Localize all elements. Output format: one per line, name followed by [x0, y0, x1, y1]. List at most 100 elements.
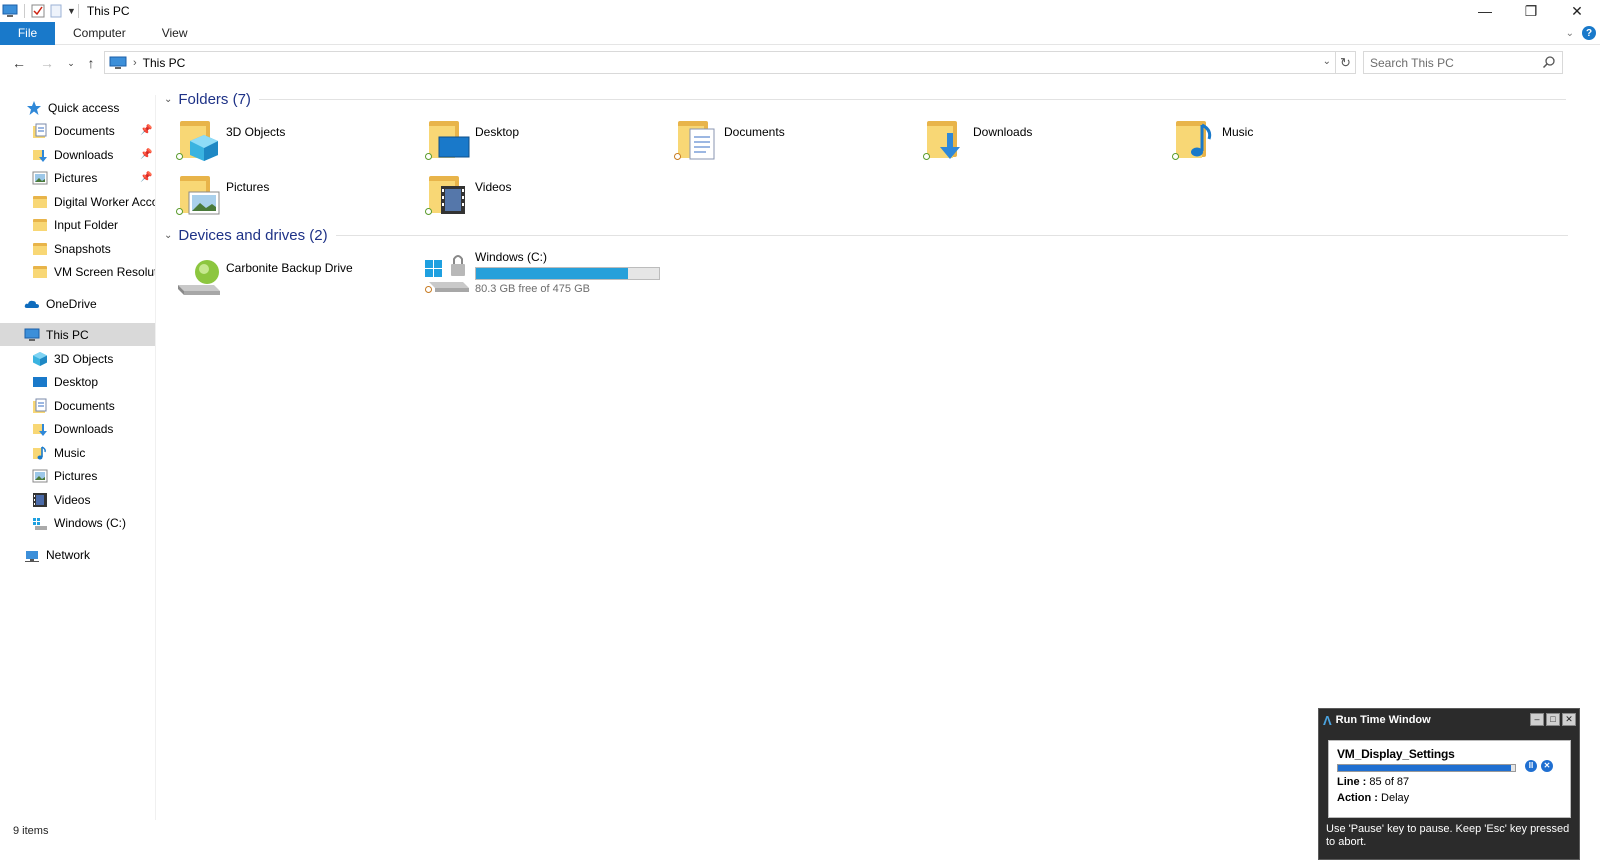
sidebar-item-windows-c[interactable]: Windows (C:)	[0, 511, 155, 534]
folder-icon	[32, 264, 48, 280]
sidebar-item-label: Digital Worker Acco	[54, 194, 155, 209]
drive-info: Carbonite Backup Drive	[226, 255, 353, 303]
drive-icon	[32, 515, 48, 531]
refresh-icon[interactable]: ↻	[1335, 52, 1355, 73]
this-pc-icon	[109, 56, 127, 69]
sidebar-item-pc-documents[interactable]: Documents	[0, 394, 155, 417]
drive-tile-windows-c[interactable]: Windows (C:) 80.3 GB free of 475 GB	[423, 248, 683, 298]
folder-tile-3d-objects[interactable]: 3D Objects	[174, 117, 414, 169]
back-button[interactable]: ←	[9, 53, 29, 73]
videos-icon	[32, 492, 48, 508]
sidebar-item-downloads[interactable]: Downloads 📌	[0, 143, 155, 166]
sidebar-item-snapshots[interactable]: Snapshots	[0, 237, 155, 260]
chevron-down-icon[interactable]: ⌄	[164, 230, 172, 241]
folder-tile-documents[interactable]: Documents	[672, 117, 912, 169]
close-icon[interactable]: ✕	[1562, 713, 1576, 726]
group-title: Folders (7)	[178, 91, 251, 108]
sidebar-item-vm-screen-resolution[interactable]: VM Screen Resolutio	[0, 260, 155, 283]
status-bar-item-count: 9 items	[13, 825, 49, 837]
window-controls: — ❐ ✕	[1462, 0, 1600, 22]
folder-tile-desktop[interactable]: Desktop	[423, 117, 663, 169]
sidebar-item-this-pc[interactable]: This PC	[0, 323, 155, 346]
sidebar-item-pictures[interactable]: Pictures 📌	[0, 166, 155, 189]
help-icon[interactable]: ?	[1582, 26, 1596, 40]
action-value: Delay	[1381, 792, 1410, 804]
forward-button[interactable]: →	[37, 53, 57, 73]
restore-button[interactable]: ❐	[1508, 0, 1554, 22]
recent-locations-button[interactable]: ⌄	[61, 53, 81, 73]
folder-tile-downloads[interactable]: Downloads	[921, 117, 1161, 169]
folder-tile-music[interactable]: Music	[1170, 117, 1410, 169]
sidebar-item-label: Network	[46, 547, 91, 562]
sidebar-item-digital-worker[interactable]: Digital Worker Acco	[0, 190, 155, 213]
minimize-icon[interactable]: –	[1530, 713, 1544, 726]
sidebar-item-label: Pictures	[54, 468, 98, 483]
folder-videos-icon	[423, 172, 471, 220]
sidebar-item-music[interactable]: Music	[0, 441, 155, 464]
folder-tile-videos[interactable]: Videos	[423, 172, 663, 224]
drive-tile-carbonite[interactable]: Carbonite Backup Drive	[174, 253, 414, 303]
downloads-icon	[32, 421, 48, 437]
sidebar-item-pc-downloads[interactable]: Downloads	[0, 417, 155, 440]
search-input[interactable]: Search This PC	[1363, 51, 1563, 74]
pin-icon[interactable]: 📌	[140, 149, 152, 160]
sidebar-item-pc-pictures[interactable]: Pictures	[0, 464, 155, 487]
minimize-button[interactable]: —	[1462, 0, 1508, 22]
this-pc-icon	[2, 4, 18, 17]
sidebar-item-quick-access[interactable]: Quick access	[0, 96, 155, 119]
documents-icon	[32, 123, 48, 139]
line-row: Line : 85 of 87	[1337, 776, 1562, 788]
sidebar-item-documents[interactable]: Documents 📌	[0, 119, 155, 142]
address-bar[interactable]: › This PC ⌄ ↻	[104, 51, 1356, 74]
sidebar-item-videos[interactable]: Videos	[0, 488, 155, 511]
close-button[interactable]: ✕	[1554, 0, 1600, 22]
task-progress-bar	[1337, 764, 1516, 772]
window-title: This PC	[86, 4, 130, 18]
breadcrumb[interactable]: This PC	[143, 56, 186, 70]
music-icon	[32, 445, 48, 461]
sync-status-icon	[923, 153, 930, 160]
up-button[interactable]: ↑	[81, 53, 101, 73]
properties-icon[interactable]	[31, 4, 45, 18]
pause-icon[interactable]: II	[1525, 760, 1537, 772]
action-row: Action : Delay	[1337, 792, 1562, 804]
chevron-down-icon[interactable]: ⌄	[164, 94, 172, 105]
tile-label: Desktop	[475, 125, 520, 139]
navigation-row: ← → ⌄ ↑ › This PC ⌄ ↻ Search This PC	[0, 51, 1600, 75]
folders-group-header[interactable]: ⌄ Folders (7)	[164, 91, 1566, 108]
sync-status-icon	[425, 208, 432, 215]
sidebar-item-network[interactable]: Network	[0, 543, 155, 566]
search-icon[interactable]	[1542, 55, 1556, 69]
pin-icon[interactable]: 📌	[140, 172, 152, 183]
divider	[335, 235, 1568, 236]
ribbon: File Computer View ⌄ ?	[0, 21, 1600, 45]
chevron-right-icon[interactable]: ›	[133, 57, 137, 69]
sidebar-item-onedrive[interactable]: OneDrive	[0, 292, 155, 315]
chevron-down-icon[interactable]: ⌄	[1323, 56, 1331, 67]
drive-usage-bar	[475, 267, 660, 280]
pin-icon[interactable]: 📌	[140, 125, 152, 136]
maximize-icon[interactable]: □	[1546, 713, 1560, 726]
tab-view[interactable]: View	[144, 22, 206, 45]
sidebar-item-label: Quick access	[48, 100, 120, 115]
group-title: Devices and drives (2)	[178, 227, 328, 244]
folder-3d-objects-icon	[174, 117, 222, 165]
ribbon-right: ⌄ ?	[1566, 26, 1596, 40]
sync-status-icon	[176, 153, 183, 160]
tab-computer[interactable]: Computer	[55, 22, 144, 45]
divider	[258, 99, 1566, 100]
sidebar-item-input-folder[interactable]: Input Folder	[0, 213, 155, 236]
customize-toolbar-icon[interactable]: ▼	[67, 6, 76, 16]
title-bar: ▼ This PC — ❐ ✕	[0, 0, 1600, 22]
tab-file[interactable]: File	[0, 21, 55, 45]
sidebar-item-3d-objects[interactable]: 3D Objects	[0, 347, 155, 370]
drive-usage-fill	[476, 268, 628, 279]
drives-group-header[interactable]: ⌄ Devices and drives (2)	[164, 227, 1568, 244]
new-folder-icon[interactable]	[49, 4, 63, 18]
stop-icon[interactable]: ✕	[1541, 760, 1553, 772]
expand-ribbon-icon[interactable]: ⌄	[1566, 28, 1574, 39]
pictures-icon	[32, 170, 48, 186]
sidebar-item-desktop[interactable]: Desktop	[0, 370, 155, 393]
folder-tile-pictures[interactable]: Pictures	[174, 172, 414, 224]
tile-label: 3D Objects	[226, 125, 286, 139]
